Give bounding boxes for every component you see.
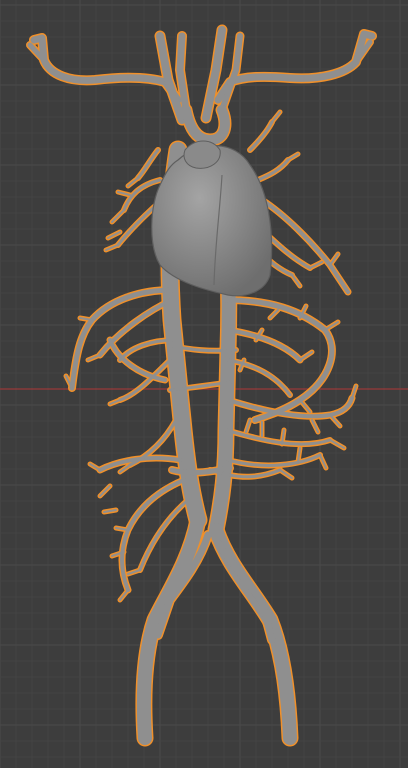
- heart-shape: [151, 145, 273, 297]
- vessel-segment: [136, 148, 160, 180]
- vessel-segment: [111, 209, 125, 223]
- vessel-segment: [248, 120, 274, 152]
- viewport-canvas[interactable]: [0, 0, 408, 768]
- heart-atrium: [183, 140, 221, 169]
- vessel-outline-segment: [224, 326, 304, 364]
- vessel-outline-segment: [258, 196, 352, 296]
- 3d-viewport[interactable]: [0, 0, 408, 768]
- vessel-tree-mesh[interactable]: [26, 24, 377, 747]
- vessel-segment: [299, 399, 311, 413]
